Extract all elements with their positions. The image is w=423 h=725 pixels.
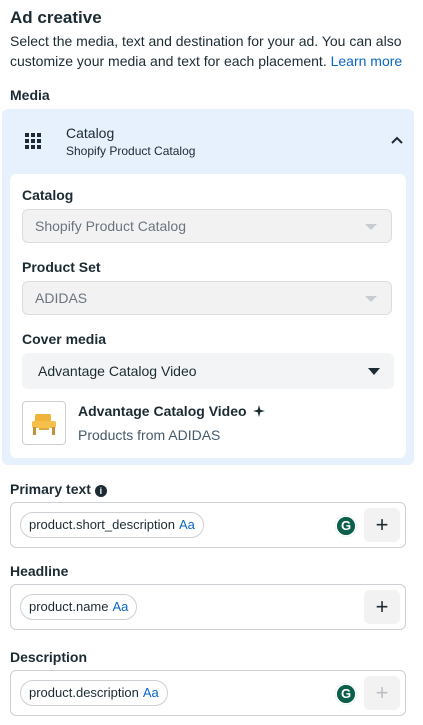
media-source-title[interactable]: Catalog — [66, 125, 114, 141]
token-text: product.name — [29, 599, 109, 614]
grammarly-icon[interactable]: G — [335, 683, 357, 705]
cover-media-preview-subtitle: Products from ADIDAS — [78, 427, 221, 443]
headline-token[interactable]: product.name Aa — [20, 594, 138, 620]
description-label: Description — [10, 649, 88, 665]
token-format-label: Aa — [178, 517, 195, 532]
token-text: product.description — [29, 685, 139, 700]
plus-icon: + — [375, 594, 389, 619]
description-token[interactable]: product.description Aa — [20, 680, 168, 706]
catalog-select-value: Shopify Product Catalog — [35, 218, 186, 234]
cover-media-select[interactable]: Advantage Catalog Video — [22, 353, 394, 389]
add-description-button[interactable]: + — [364, 676, 400, 710]
info-icon[interactable]: i — [94, 485, 107, 497]
primary-text-token[interactable]: product.short_description Aa — [20, 512, 204, 538]
add-headline-button[interactable]: + — [364, 590, 400, 624]
token-format-label: Aa — [142, 685, 159, 700]
caret-down-icon — [365, 296, 377, 302]
headline-label: Headline — [10, 563, 69, 579]
chevron-up-icon[interactable] — [390, 135, 404, 145]
caret-down-icon — [368, 368, 380, 375]
cover-media-preview-title: Advantage Catalog Video — [78, 403, 266, 419]
catalog-select[interactable]: Shopify Product Catalog — [22, 209, 392, 243]
token-format-label: Aa — [112, 599, 129, 614]
primary-text-field[interactable]: product.short_description Aa G + — [10, 502, 406, 548]
description-field[interactable]: product.description Aa G + — [10, 670, 406, 716]
cover-media-select-value: Advantage Catalog Video — [38, 363, 197, 379]
cover-media-label: Cover media — [22, 331, 107, 347]
primary-text-label: Primary text i — [10, 481, 107, 497]
media-source-subtitle: Shopify Product Catalog — [66, 144, 196, 158]
add-primary-text-button[interactable]: + — [364, 508, 400, 542]
product-set-select[interactable]: ADIDAS — [22, 281, 392, 315]
primary-text-label-text: Primary text — [10, 481, 91, 497]
grammarly-icon[interactable]: G — [335, 515, 357, 537]
page-title: Ad creative — [10, 8, 102, 27]
page-subtitle: Select the media, text and destination f… — [10, 31, 415, 71]
plus-icon: + — [375, 680, 389, 705]
product-set-select-value: ADIDAS — [35, 290, 88, 306]
token-text: product.short_description — [29, 517, 175, 532]
caret-down-icon — [365, 224, 377, 230]
catalog-label: Catalog — [22, 187, 74, 203]
sparkle-icon — [253, 405, 266, 417]
cover-media-thumbnail — [22, 401, 66, 445]
learn-more-link[interactable]: Learn more — [331, 53, 403, 69]
product-set-label: Product Set — [22, 259, 101, 275]
plus-icon: + — [375, 512, 389, 537]
chair-icon — [32, 414, 56, 435]
grid-icon — [25, 133, 41, 149]
cover-media-preview-title-text: Advantage Catalog Video — [78, 403, 247, 419]
media-section-label: Media — [10, 87, 50, 103]
headline-field[interactable]: product.name Aa + — [10, 584, 406, 630]
